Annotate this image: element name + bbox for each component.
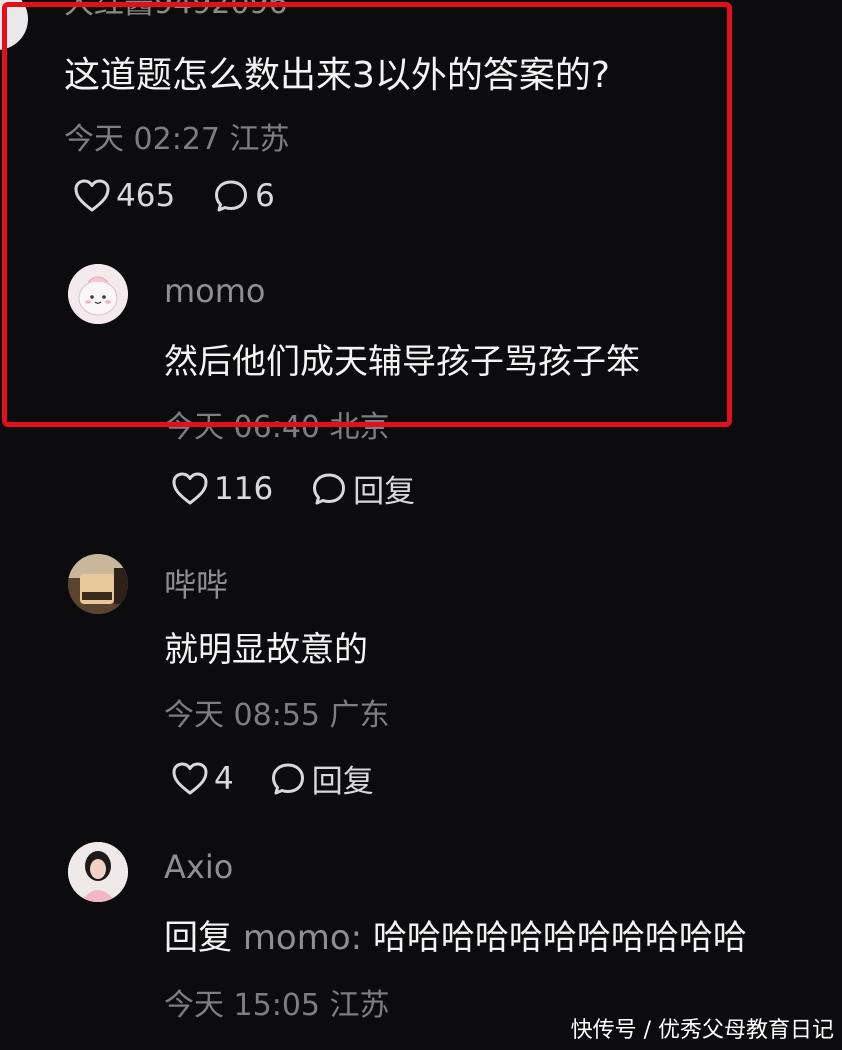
- top-comment-time: 今天 02:27: [64, 122, 220, 157]
- reply-meta-bibi: 今天 08:55 广东: [164, 690, 390, 734]
- top-comment-meta: 今天 02:27 江苏: [64, 114, 290, 158]
- like-count: 4: [214, 760, 234, 797]
- top-comment-text: 这道题怎么数出来3以外的答案的?: [64, 55, 611, 96]
- momo-avatar-image: [68, 264, 128, 324]
- heart-outline-icon: [74, 179, 110, 212]
- top-comment-actions: 465 6: [74, 178, 275, 214]
- speech-bubble-icon: [313, 473, 346, 504]
- axio-avatar-image: [68, 842, 128, 902]
- like-button[interactable]: 116: [172, 471, 273, 507]
- bibi-avatar-image: [68, 554, 128, 614]
- reply-time: 今天 06:40: [164, 410, 320, 445]
- username-bibi[interactable]: 哔哔: [164, 560, 228, 606]
- comment-button[interactable]: 6: [213, 178, 275, 214]
- avatar-bibi[interactable]: [68, 554, 128, 614]
- reply-text-momo: 然后他们成天辅导孩子骂孩子笨: [164, 342, 640, 382]
- reply-location: 北京: [329, 410, 390, 445]
- mention-momo[interactable]: momo:: [243, 918, 362, 958]
- reply-location: 广东: [329, 698, 390, 733]
- reply-body: 哈哈哈哈哈哈哈哈哈哈哈: [372, 918, 747, 958]
- like-count: 465: [116, 178, 176, 214]
- top-comment-location: 江苏: [229, 122, 290, 157]
- reply-text-bibi: 就明显故意的: [164, 630, 368, 670]
- reply-button[interactable]: 回复: [311, 466, 415, 511]
- reply-prefix: 回复: [164, 918, 232, 958]
- reply-label: 回复: [353, 474, 416, 510]
- comment-count: 6: [255, 178, 275, 214]
- watermark: 快传号 / 优秀父母教育日记: [570, 1018, 834, 1043]
- reply-text-axio: 回复 momo: 哈哈哈哈哈哈哈哈哈哈哈: [164, 910, 747, 959]
- top-comment-username[interactable]: 大红酱9492096: [64, 0, 288, 22]
- reply-actions-momo: 116 回复: [172, 466, 415, 511]
- avatar-momo[interactable]: [68, 264, 128, 324]
- speech-bubble-icon: [215, 180, 248, 212]
- username-momo[interactable]: momo: [164, 272, 266, 310]
- username-axio[interactable]: Axio: [164, 848, 233, 886]
- reply-time: 今天 08:55: [164, 698, 320, 733]
- reply-label: 回复: [311, 764, 374, 800]
- like-count: 116: [214, 470, 274, 507]
- heart-outline-icon: [172, 472, 208, 504]
- reply-meta-axio: 今天 15:05 江苏: [164, 980, 390, 1024]
- like-button[interactable]: 465: [74, 178, 175, 214]
- comment-thread: 大红酱9492096 这道题怎么数出来3以外的答案的? 今天 02:27 江苏 …: [0, 0, 842, 1050]
- speech-bubble-icon: [271, 763, 304, 794]
- top-comment-avatar[interactable]: [0, 0, 28, 50]
- reply-meta-momo: 今天 06:40 北京: [164, 402, 390, 446]
- avatar-axio[interactable]: [68, 842, 128, 902]
- reply-location: 江苏: [329, 988, 390, 1023]
- like-button[interactable]: 4: [172, 761, 234, 797]
- reply-actions-bibi: 4 回复: [172, 756, 374, 801]
- heart-outline-icon: [172, 762, 208, 794]
- reply-button[interactable]: 回复: [270, 756, 374, 801]
- reply-time: 今天 15:05: [164, 988, 320, 1023]
